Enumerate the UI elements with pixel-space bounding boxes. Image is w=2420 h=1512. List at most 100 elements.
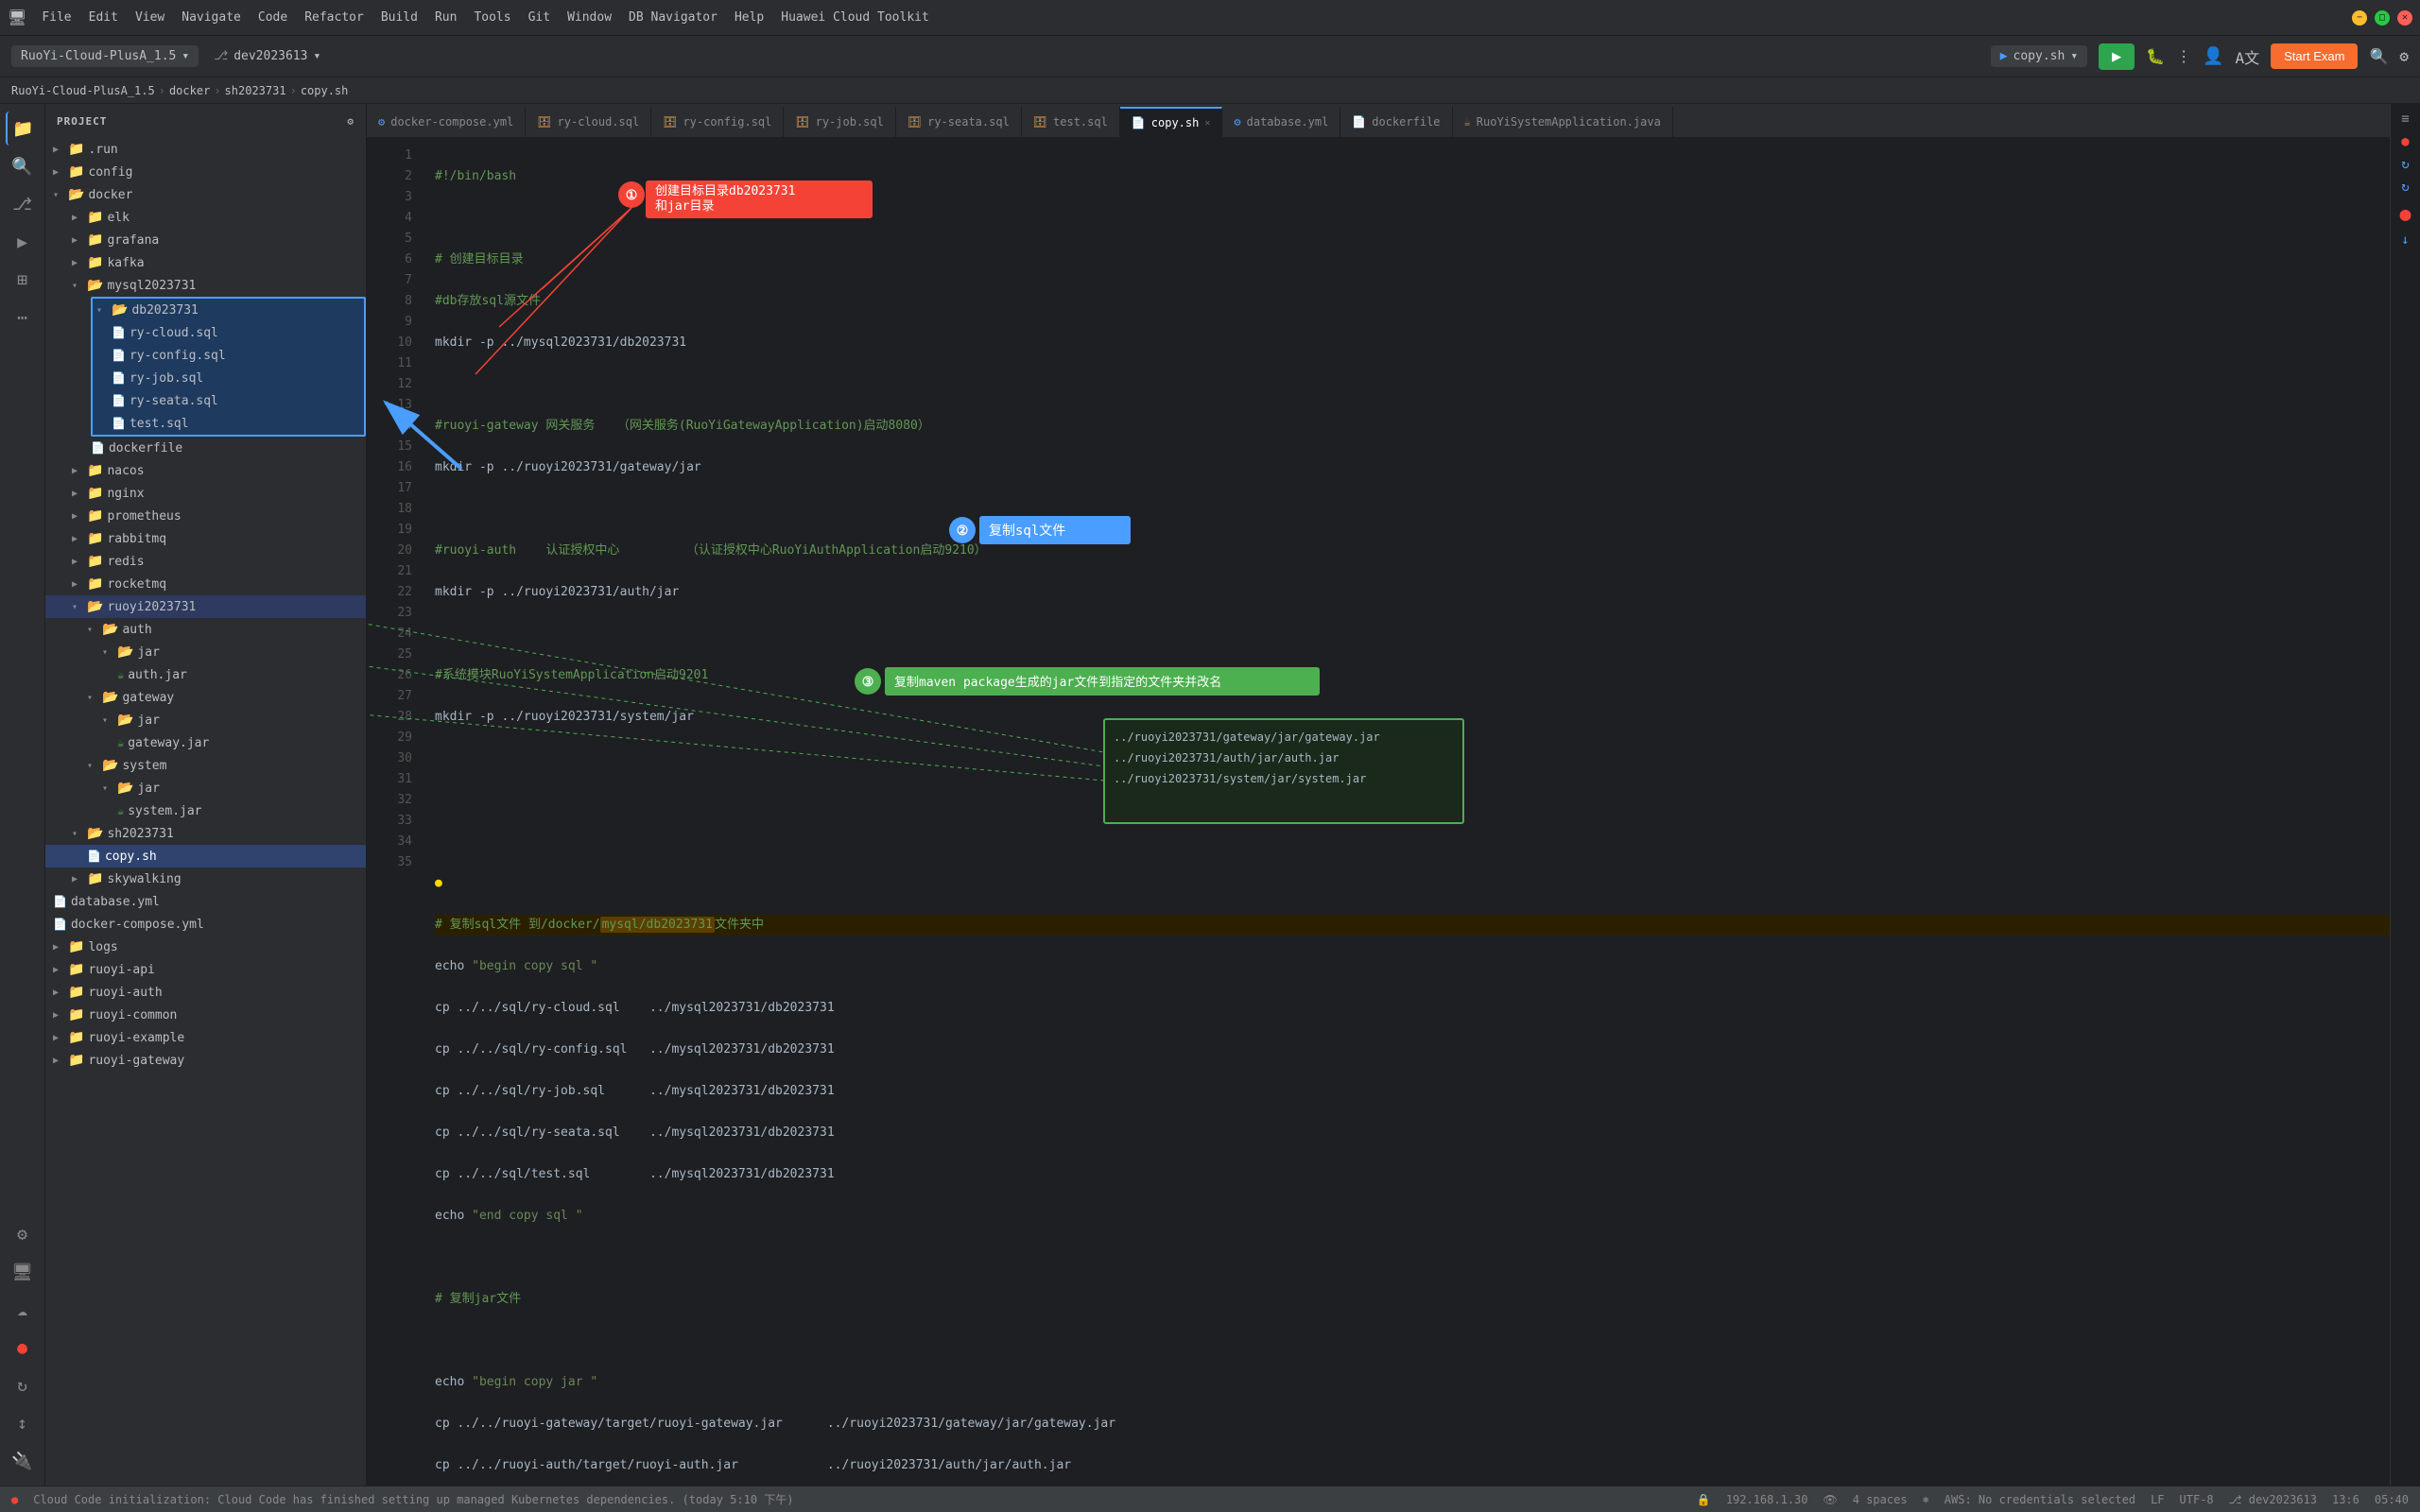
tree-item-docker-compose-yml[interactable]: 📄 docker-compose.yml — [45, 913, 366, 936]
error-dot-icon[interactable]: ● — [2399, 202, 2411, 225]
sidebar-icon-plugins[interactable]: 🔌 — [6, 1444, 40, 1478]
tab-close-icon[interactable]: ✕ — [1204, 118, 1210, 129]
tree-item-system-jar[interactable]: ☕ system.jar — [45, 799, 366, 822]
menu-window[interactable]: Window — [560, 7, 619, 28]
tree-item-sh2023731[interactable]: ▾ 📂 sh2023731 — [45, 822, 366, 845]
tab-dockerfile[interactable]: 📄 dockerfile — [1340, 107, 1452, 137]
tree-item-dockerfile[interactable]: 📄 dockerfile — [45, 437, 366, 459]
sidebar-icon-search[interactable]: 🔍 — [6, 149, 40, 183]
tree-item-ry-cloud-sql[interactable]: 📄 ry-cloud.sql — [93, 321, 364, 344]
debug-icon[interactable]: 🐛 — [2146, 47, 2165, 65]
tab-test-sql[interactable]: 🗄 test.sql — [1022, 107, 1120, 137]
tree-item-system[interactable]: ▾ 📂 system — [45, 754, 366, 777]
sidebar-icon-remote[interactable]: 🖥 — [6, 1255, 40, 1289]
tree-item-prometheus[interactable]: ▶ 📁 prometheus — [45, 505, 366, 527]
menu-run[interactable]: Run — [427, 7, 464, 28]
maximize-button[interactable]: □ — [2375, 10, 2390, 26]
menu-help[interactable]: Help — [727, 7, 771, 28]
branch-indicator[interactable]: ⎇ dev2023613 — [2229, 1493, 2317, 1506]
tree-item-ruoyi-auth[interactable]: ▶ 📁 ruoyi-auth — [45, 981, 366, 1004]
tree-item-rabbitmq[interactable]: ▶ 📁 rabbitmq — [45, 527, 366, 550]
tree-item-rocketmq[interactable]: ▶ 📁 rocketmq — [45, 573, 366, 595]
gear-icon[interactable]: ⚙ — [347, 115, 354, 128]
minimize-button[interactable]: − — [2352, 10, 2367, 26]
tree-item-copy-sh[interactable]: 📄 copy.sh — [45, 845, 366, 868]
menu-git[interactable]: Git — [521, 7, 558, 28]
tree-item-nginx[interactable]: ▶ 📁 nginx — [45, 482, 366, 505]
run-file-selector[interactable]: ▶ copy.sh ▾ — [1991, 45, 2087, 67]
tree-item-mysql2023731[interactable]: ▾ 📂 mysql2023731 — [45, 274, 366, 297]
sidebar-icon-reload[interactable]: ↻ — [6, 1368, 40, 1402]
encoding[interactable]: UTF-8 — [2180, 1493, 2214, 1506]
breadcrumb-item[interactable]: docker — [169, 84, 210, 97]
sidebar-icon-more[interactable]: ⋯ — [6, 301, 40, 335]
branch-selector[interactable]: ⎇ dev2023613 ▾ — [214, 49, 320, 63]
sidebar-icon-settings[interactable]: ⚙ — [6, 1217, 40, 1251]
tree-item-redis[interactable]: ▶ 📁 redis — [45, 550, 366, 573]
menu-view[interactable]: View — [128, 7, 172, 28]
tab-ry-seata-sql[interactable]: 🗄 ry-seata.sql — [896, 107, 1022, 137]
sidebar-icon-extensions[interactable]: ⊞ — [6, 263, 40, 297]
info-icon[interactable]: ↻ — [2401, 180, 2409, 195]
sidebar-icon-git2[interactable]: ↕ — [6, 1406, 40, 1440]
tree-item-gateway-jar-folder[interactable]: ▾ 📂 jar — [45, 709, 366, 731]
tree-item-gateway-jar[interactable]: ☕ gateway.jar — [45, 731, 366, 754]
menu-refactor[interactable]: Refactor — [297, 7, 372, 28]
tree-item-system-jar-folder[interactable]: ▾ 📂 jar — [45, 777, 366, 799]
line-ending[interactable]: LF — [2151, 1493, 2164, 1506]
breadcrumb-item[interactable]: sh2023731 — [225, 84, 286, 97]
menu-db-navigator[interactable]: DB Navigator — [621, 7, 725, 28]
tree-item-ruoyi-common[interactable]: ▶ 📁 ruoyi-common — [45, 1004, 366, 1026]
settings-icon[interactable]: ⚙ — [2399, 47, 2409, 65]
arrow-icon[interactable]: ↓ — [2401, 232, 2409, 248]
tab-docker-compose-yml[interactable]: ⚙ docker-compose.yml — [367, 107, 526, 137]
tree-item-kafka[interactable]: ▶ 📁 kafka — [45, 251, 366, 274]
start-exam-button[interactable]: Start Exam — [2271, 43, 2358, 69]
tree-item-db2023731[interactable]: ▾ 📂 db2023731 — [93, 299, 364, 321]
warning-icon[interactable]: ↻ — [2401, 157, 2409, 172]
tree-item-auth-jar[interactable]: ☕ auth.jar — [45, 663, 366, 686]
run-button[interactable]: ▶ — [2099, 43, 2135, 70]
tree-item-gateway[interactable]: ▾ 📂 gateway — [45, 686, 366, 709]
tree-item-ry-config-sql[interactable]: 📄 ry-config.sql — [93, 344, 364, 367]
translate-icon[interactable]: A文 — [2236, 45, 2260, 68]
tree-item-test-sql[interactable]: 📄 test.sql — [93, 412, 364, 435]
menu-huawei[interactable]: Huawei Cloud Toolkit — [773, 7, 937, 28]
tab-ruoyi-system-application[interactable]: ☕ RuoYiSystemApplication.java — [1453, 107, 1673, 137]
tree-item-ruoyi-gateway[interactable]: ▶ 📁 ruoyi-gateway — [45, 1049, 366, 1072]
sidebar-icon-project[interactable]: 📁 — [6, 112, 40, 146]
tree-item-auth[interactable]: ▾ 📂 auth — [45, 618, 366, 641]
menu-code[interactable]: Code — [251, 7, 295, 28]
tree-item-run[interactable]: ▶ 📁 .run — [45, 138, 366, 161]
tree-item-database-yml[interactable]: 📄 database.yml — [45, 890, 366, 913]
tree-item-ry-seata-sql[interactable]: 📄 ry-seata.sql — [93, 389, 364, 412]
breadcrumb-item[interactable]: copy.sh — [301, 84, 349, 97]
more-options-icon[interactable]: ⋮ — [2176, 47, 2191, 65]
tree-item-grafana[interactable]: ▶ 📁 grafana — [45, 229, 366, 251]
menu-build[interactable]: Build — [373, 7, 425, 28]
menu-edit[interactable]: Edit — [81, 7, 126, 28]
menu-file[interactable]: File — [34, 7, 78, 28]
tree-item-ruoyi-example[interactable]: ▶ 📁 ruoyi-example — [45, 1026, 366, 1049]
tree-item-skywalking[interactable]: ▶ 📁 skywalking — [45, 868, 366, 890]
tree-item-docker[interactable]: ▾ 📂 docker — [45, 183, 366, 206]
tab-ry-config-sql[interactable]: 🗄 ry-config.sql — [651, 107, 784, 137]
close-button[interactable]: ✕ — [2397, 10, 2412, 26]
sidebar-icon-git[interactable]: ⎇ — [6, 187, 40, 221]
code-view[interactable]: #!/bin/bash # 创建目标目录 #db存放sql源文件 mkdir -… — [420, 138, 2390, 1486]
tab-copy-sh[interactable]: 📄 copy.sh ✕ — [1120, 107, 1223, 137]
tab-database-yml[interactable]: ⚙ database.yml — [1222, 107, 1340, 137]
git-diff-icon[interactable]: ≡ — [2401, 112, 2409, 127]
spaces-indicator[interactable]: 4 spaces — [1853, 1493, 1908, 1506]
aws-status[interactable]: AWS: No credentials selected — [1945, 1493, 2135, 1506]
menu-navigate[interactable]: Navigate — [174, 7, 249, 28]
tab-ry-cloud-sql[interactable]: 🗄 ry-cloud.sql — [526, 107, 651, 137]
breadcrumb-item[interactable]: RuoYi-Cloud-PlusA_1.5 — [11, 84, 155, 97]
sidebar-icon-error[interactable]: ● — [6, 1331, 40, 1365]
user-icon[interactable]: 👤 — [2203, 46, 2223, 66]
menu-tools[interactable]: Tools — [466, 7, 518, 28]
tree-item-elk[interactable]: ▶ 📁 elk — [45, 206, 366, 229]
tab-ry-job-sql[interactable]: 🗄 ry-job.sql — [784, 107, 895, 137]
error-icon[interactable]: ● — [2401, 134, 2409, 149]
sidebar-icon-cloud[interactable]: ☁ — [6, 1293, 40, 1327]
